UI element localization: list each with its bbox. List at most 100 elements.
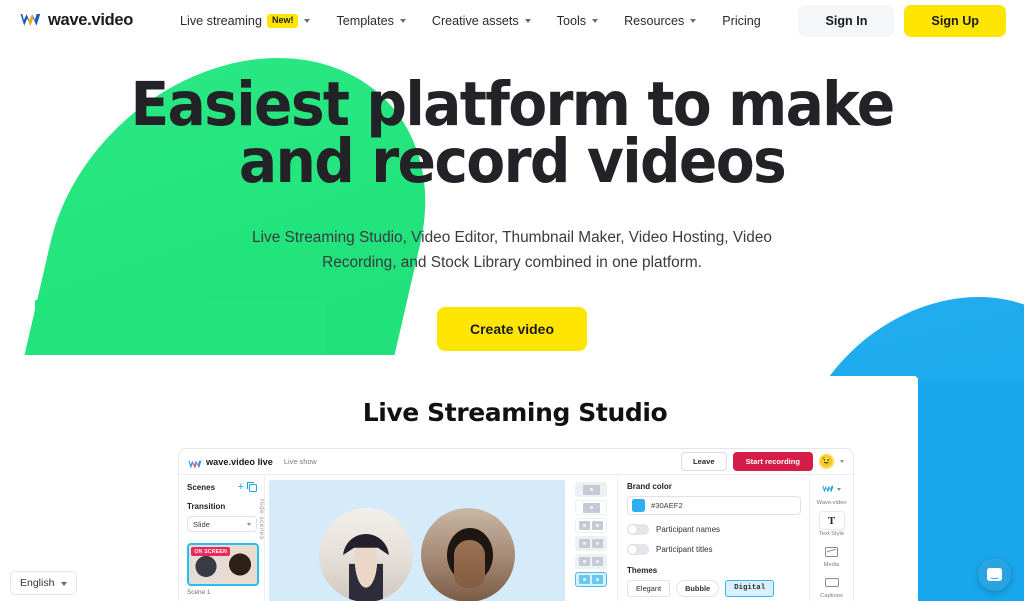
layout-cell	[591, 575, 603, 584]
start-recording-button[interactable]: Start recording	[732, 452, 813, 471]
leave-button[interactable]: Leave	[681, 452, 727, 471]
nav-item-resources[interactable]: Resources	[611, 8, 709, 34]
studio-app-topbar: wave.video live Live show Leave Start re…	[179, 449, 853, 475]
page-title: Easiest platform to make and record vide…	[36, 74, 988, 192]
wave-logo-icon	[822, 481, 834, 499]
captions-icon	[824, 578, 839, 587]
chevron-down-icon	[61, 581, 68, 586]
language-label: English	[20, 577, 55, 589]
theme-chip-bubble[interactable]: Bubble	[676, 580, 720, 597]
studio-app-logo: wave.video live	[188, 456, 273, 469]
status-badge: ON SCREEN	[191, 547, 231, 557]
transition-value: Slide	[193, 519, 210, 529]
live-streaming-studio-card: Live Streaming Studio wave.video live Li…	[112, 376, 918, 601]
chevron-down-icon[interactable]	[840, 460, 844, 463]
nav-item-templates[interactable]: Templates	[323, 8, 418, 34]
language-selector[interactable]: English	[10, 571, 78, 595]
duplicate-icon[interactable]	[247, 481, 257, 492]
layout-presets	[569, 480, 613, 601]
studio-show-label: Live show	[283, 457, 317, 466]
hero-subheading: Live Streaming Studio, Video Editor, Thu…	[252, 229, 772, 272]
brand-color-label: Brand color	[627, 482, 672, 491]
chat-bubble-icon	[987, 568, 1002, 581]
scenes-panel: Scenes + Transition Slide ON SCREEN Scen…	[179, 475, 265, 601]
transition-select[interactable]: Slide	[187, 516, 257, 532]
tool-label: Text Style	[818, 531, 845, 537]
brand-logo[interactable]: wave.video	[20, 11, 133, 30]
nav-label: Live streaming	[180, 13, 262, 28]
tools-rail: Wave.video T Text Style Media Captions	[809, 475, 853, 601]
hero-section: Easiest platform to make and record vide…	[0, 41, 1024, 352]
scene-thumbnail[interactable]: ON SCREEN	[187, 543, 259, 586]
layout-cell	[582, 484, 600, 495]
nav-label: Resources	[624, 13, 685, 28]
studio-topbar-actions: Leave Start recording 😉	[681, 452, 844, 471]
layout-preset-solo[interactable]	[575, 482, 607, 497]
create-video-button[interactable]: Create video	[436, 307, 588, 352]
studio-stage	[265, 475, 617, 601]
sign-in-button[interactable]: Sign In	[798, 4, 895, 37]
text-style-icon: T	[827, 514, 836, 527]
wave-logo-icon	[20, 13, 41, 28]
participant-names-row[interactable]: Participant names	[627, 524, 801, 535]
layout-cell	[582, 502, 600, 513]
tool-label: Wave.video	[816, 500, 847, 506]
transition-label: Transition	[187, 502, 226, 511]
avatar[interactable]: 😉	[819, 454, 834, 469]
auth-actions: Sign In Sign Up	[798, 4, 1006, 37]
video-preview	[269, 480, 565, 601]
chevron-down-icon	[399, 19, 406, 23]
layout-cell	[579, 575, 591, 584]
nav-item-live-streaming[interactable]: Live streaming New!	[167, 8, 323, 34]
layout-preset-split-alt[interactable]	[575, 554, 607, 569]
layout-preset-fullscreen[interactable]	[575, 500, 607, 515]
layout-cell	[579, 539, 591, 548]
page-root: wave.video Live streaming New! Templates…	[0, 0, 1024, 601]
scenes-title: Scenes	[187, 483, 216, 492]
scenes-header: Scenes +	[187, 482, 257, 493]
nav-item-creative-assets[interactable]: Creative assets	[419, 8, 544, 34]
tool-text-style[interactable]: T Text Style	[818, 511, 845, 537]
scene-name-label: Scene 1	[187, 589, 211, 596]
participant-titles-label: Participant titles	[656, 545, 713, 554]
hide-scenes-toggle[interactable]: Hide scenes	[258, 499, 265, 540]
nav-label: Tools	[556, 13, 587, 28]
participant-titles-toggle[interactable]	[627, 544, 649, 555]
plus-icon[interactable]: +	[238, 482, 244, 493]
scenes-actions: +	[238, 482, 257, 493]
participant-names-toggle[interactable]	[627, 524, 649, 535]
chat-widget-button[interactable]	[978, 558, 1011, 591]
theme-chip-digital[interactable]: Digital	[725, 580, 775, 597]
nav-label: Creative assets	[431, 13, 519, 28]
studio-app-logo-text: wave.video live	[206, 456, 273, 467]
tool-icon-box: T	[818, 511, 845, 530]
tool-media[interactable]: Media	[818, 542, 845, 568]
theme-chip-elegant[interactable]: Elegant	[627, 580, 671, 597]
tool-icon-box	[818, 480, 845, 499]
main-navigation: Live streaming New! Templates Creative a…	[167, 8, 798, 34]
chevron-down-icon	[592, 19, 599, 23]
color-swatch[interactable]	[632, 499, 645, 512]
brand-color-value: #30AEF2	[651, 501, 683, 510]
tool-wave-video[interactable]: Wave.video	[816, 480, 847, 506]
nav-item-pricing[interactable]: Pricing	[709, 8, 774, 34]
new-badge: New!	[266, 13, 299, 28]
studio-app-preview: wave.video live Live show Leave Start re…	[178, 448, 854, 601]
sign-up-button[interactable]: Sign Up	[904, 4, 1006, 37]
participant-video-2	[421, 508, 515, 601]
chevron-down-icon	[690, 19, 697, 23]
chevron-down-icon	[304, 19, 311, 23]
layout-preset-circles-selected[interactable]	[575, 572, 607, 587]
brand-color-field[interactable]: #30AEF2	[627, 496, 801, 515]
site-header: wave.video Live streaming New! Templates…	[0, 0, 1024, 41]
tool-captions[interactable]: Captions	[818, 573, 845, 599]
participant-video-1	[319, 508, 413, 601]
layout-preset-split[interactable]	[575, 536, 607, 551]
layout-preset-split-small[interactable]	[575, 518, 607, 533]
wave-logo-icon	[188, 457, 202, 469]
participant-titles-row[interactable]: Participant titles	[627, 544, 801, 555]
tool-label: Captions	[820, 593, 843, 599]
settings-panel: Brand color #30AEF2 Participant names Pa…	[617, 475, 809, 601]
nav-item-tools[interactable]: Tools	[544, 8, 611, 34]
themes-label: Themes	[627, 566, 658, 575]
